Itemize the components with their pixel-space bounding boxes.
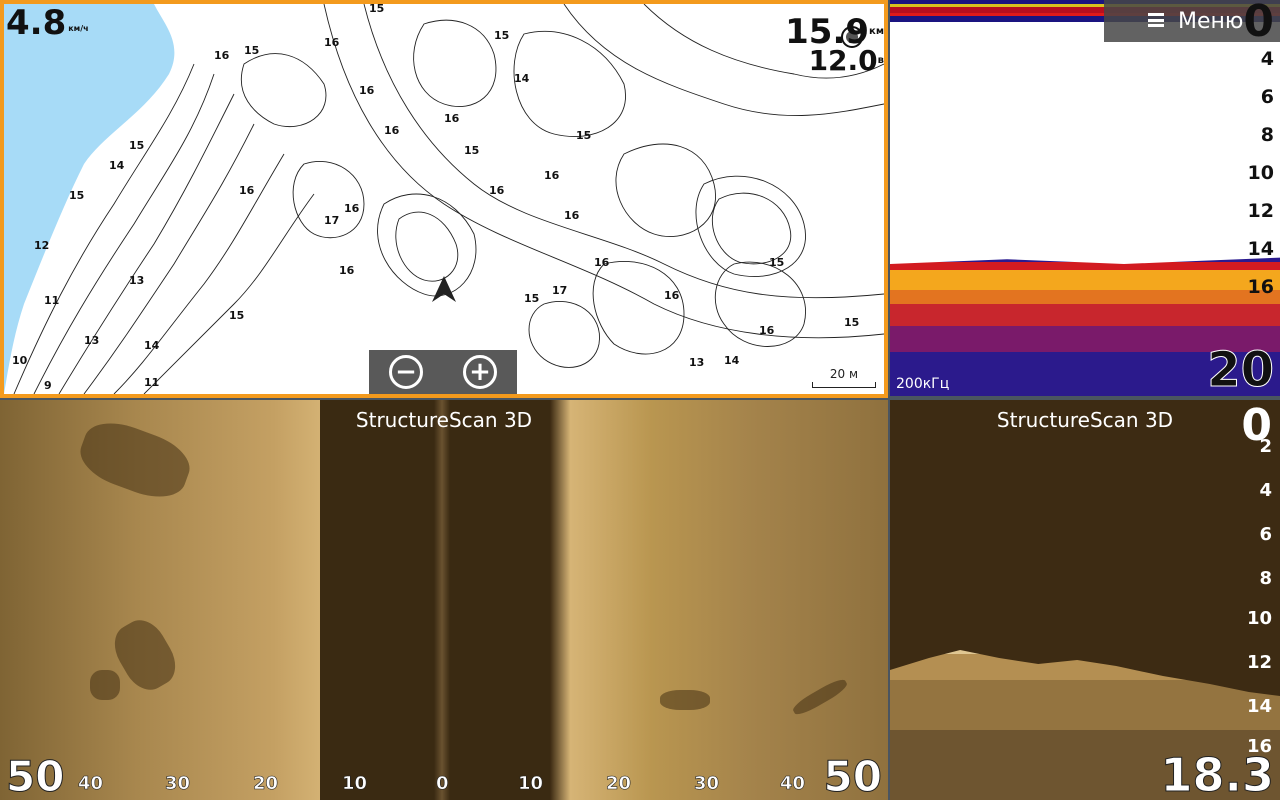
depth-label: 17 (324, 214, 339, 227)
sidescan-range-tick: 20 (606, 773, 632, 795)
depth-label: 16 (759, 324, 775, 337)
depth-label: 15 (769, 256, 784, 269)
sonar-depth-tick: 12 (1247, 200, 1274, 222)
sidescan-range-tick: 30 (694, 773, 720, 795)
depth-label: 16 (664, 289, 680, 302)
depth-label: 14 (514, 72, 530, 85)
depth-label: 15 (844, 316, 859, 329)
scale-bar (812, 382, 876, 388)
depth-label: 13 (689, 356, 704, 369)
downscan-title: StructureScan 3D (996, 408, 1174, 432)
depth-label: 14 (109, 159, 125, 172)
speed-value: 4.8 (6, 3, 67, 43)
sonar-depth-tick: 16 (1247, 276, 1274, 298)
sidescan-range-left: 50 (5, 752, 65, 800)
depth-label: 11 (44, 294, 59, 307)
sidescan-title: StructureScan 3D (355, 408, 533, 432)
sonar-frequency: 200кГц (896, 376, 950, 392)
depth-label: 16 (384, 124, 400, 137)
sonar-depth-scale: 4 6 8 10 12 14 16 (1234, 0, 1274, 396)
depth-label: 11 (144, 376, 159, 389)
sidescan-center-line (434, 400, 450, 800)
depth-label: 16 (444, 112, 460, 125)
downscan-range-bottom: 18.3 (1160, 748, 1274, 800)
depth-label: 16 (239, 184, 255, 197)
depth-label: 17 (552, 284, 567, 297)
scale-label: 20 м (829, 367, 859, 381)
depth-label: 13 (129, 274, 144, 287)
depth-label: 15 (129, 139, 144, 152)
depth-label: 16 (544, 169, 560, 182)
downscan-depth-tick: 12 (1246, 652, 1272, 673)
sidescan-range-tick: 10 (342, 773, 368, 795)
sonar-depth-tick: 4 (1260, 48, 1274, 70)
sidescan-range-right: 50 (823, 752, 882, 800)
downscan-depth-tick: 10 (1246, 608, 1272, 629)
sonar-depth-tick: 8 (1260, 124, 1274, 146)
zoom-in-button[interactable]: + (463, 355, 497, 389)
sidescan-right-bottom (550, 400, 888, 800)
depth-label: 16 (344, 202, 360, 215)
navigation-readout: 15.9км 12.0в (785, 14, 884, 76)
depth-label: 16 (359, 84, 375, 97)
depth-label: 12 (34, 239, 49, 252)
depth-label: 13 (84, 334, 99, 347)
depth-label: 14 (724, 354, 740, 367)
depth-label: 15 (369, 4, 384, 15)
map-scale: 20 м (812, 367, 876, 388)
downscan-depth-tick: 14 (1246, 696, 1272, 717)
depth-label: 16 (214, 49, 230, 62)
sonar-depth-tick: 6 (1260, 86, 1274, 108)
downscan-panel[interactable]: StructureScan 3D 0 2 4 6 8 10 12 14 16 18.3 (890, 400, 1280, 800)
sonar-range-bottom: 20 (1207, 342, 1275, 396)
depth-label: 16 (594, 256, 610, 269)
depth-label: 15 (576, 129, 591, 142)
depth-label: 15 (494, 29, 509, 42)
downscan-depth-tick: 2 (1259, 436, 1272, 457)
sidescan-range-tick: 40 (78, 773, 104, 795)
sidescan-range-tick: 40 (780, 773, 806, 795)
sidescan-range-tick: 0 (436, 773, 449, 795)
depth-label: 15 (244, 44, 259, 57)
depth-label: 16 (324, 36, 340, 49)
chart-map-panel[interactable]: 15 15 16 16 15 16 15 16 16 16 17 16 15 14 16 15 13 14 14 15… (0, 0, 888, 398)
sidescan-range-tick: 30 (165, 773, 191, 795)
downscan-depth-tick: 8 (1259, 568, 1272, 589)
downscan-depth-tick: 6 (1259, 524, 1272, 545)
vessel-icon (432, 276, 456, 302)
sonar-panel[interactable]: Меню 0 4 6 8 10 12 14 16 200кГц 20 (890, 0, 1280, 396)
sidescan-target (660, 690, 710, 710)
depth-label: 10 (12, 354, 28, 367)
hamburger-icon (1148, 13, 1164, 27)
depth-label: 16 (339, 264, 355, 277)
depth-label: 15 (464, 144, 479, 157)
depth-label: 15 (229, 309, 244, 322)
sidescan-target (90, 670, 120, 700)
depth-label: 15 (524, 292, 539, 305)
depth-label: 15 (69, 189, 84, 202)
sonar-depth-tick: 10 (1247, 162, 1274, 184)
sidescan-range-tick: 20 (253, 773, 279, 795)
sidescan-panel[interactable]: StructureScan 3D 50 50 40 30 20 10 0 10 20 30 40 (0, 400, 888, 800)
depth-label: 16 (564, 209, 580, 222)
downscan-depth-tick: 4 (1259, 480, 1272, 501)
depth-label: 9 (44, 379, 52, 392)
speed-unit: км/ч (68, 24, 89, 33)
depth-label: 14 (144, 339, 160, 352)
sonar-depth-tick: 14 (1247, 238, 1274, 260)
depth-label: 16 (489, 184, 505, 197)
contour-map[interactable]: 15 15 16 16 15 16 15 16 16 16 17 16 15 14 16 15 13 14 14 15… (4, 4, 884, 394)
sidescan-range-tick: 10 (518, 773, 544, 795)
speed-readout: 4.8 км/ч (6, 6, 89, 40)
zoom-out-button[interactable]: − (389, 355, 423, 389)
zoom-controls: − + (369, 350, 517, 394)
